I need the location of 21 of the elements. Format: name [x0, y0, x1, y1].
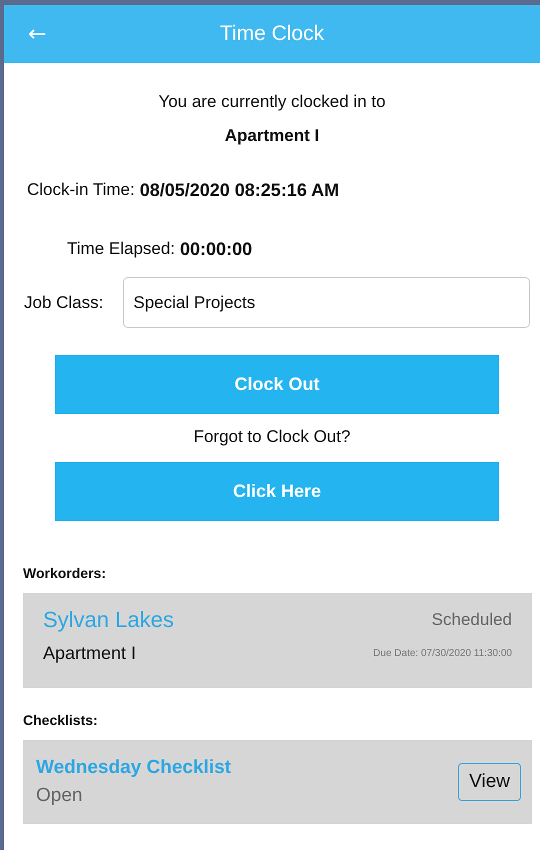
workorder-card[interactable]: Sylvan Lakes Scheduled Apartment I Due Date: 07/30/2020 11:30:00	[23, 593, 532, 688]
section-heading: Checklists:	[23, 712, 99, 728]
clock-in-label: Clock-in Time:	[27, 180, 135, 201]
checklist-title: Wednesday Checklist	[36, 757, 232, 779]
checklist-status: Open	[36, 785, 84, 807]
elapsed-label: Time Elapsed:	[67, 239, 176, 260]
location-name: Apartment I	[224, 126, 320, 146]
workorder-title: Sylvan Lakes	[43, 607, 174, 633]
screen-title: Time Clock	[220, 22, 324, 46]
job-class-field[interactable]: Special Projects	[123, 277, 530, 328]
workorder-status: Scheduled	[432, 610, 512, 630]
due-date: Due Date: 07/30/2020 11:30:00	[373, 648, 512, 659]
forgot-prompt: Forgot to Clock Out?	[192, 427, 352, 447]
section-heading: Workorders:	[23, 565, 107, 581]
workorder-unit: Apartment I	[43, 643, 136, 664]
job-class-label: Job Class:	[24, 292, 104, 312]
view-button[interactable]: View	[458, 763, 521, 801]
elapsed-value: 00:00:00	[180, 239, 252, 260]
checklist-card[interactable]: Wednesday Checklist Open View	[23, 740, 532, 824]
status-text: You are currently clocked in to	[157, 92, 387, 112]
clock-in-value: 08/05/2020 08:25:16 AM	[140, 180, 340, 201]
